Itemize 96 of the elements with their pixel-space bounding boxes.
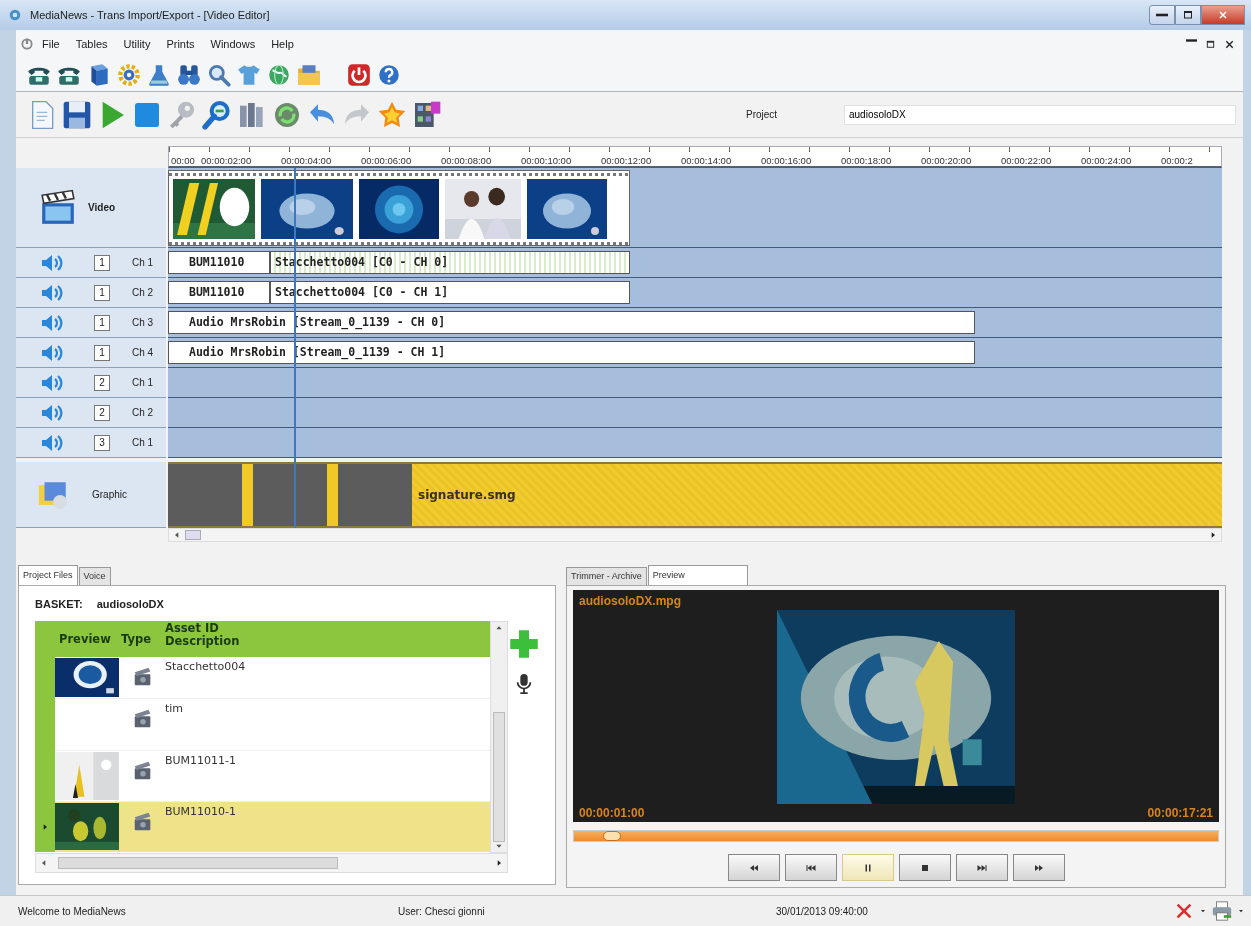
app-icon[interactable] [20,37,34,51]
caret-icon[interactable] [1237,907,1245,915]
menu-item[interactable]: Utility [115,35,159,53]
tab[interactable]: Preview [647,565,748,585]
current-time: 00:00:01:00 [579,805,645,822]
time-label: 00:00:04:00 [281,154,333,166]
column-header: Asset ID [165,621,220,635]
gear-icon[interactable] [116,61,142,88]
stream-number: 1 [94,284,110,301]
grid-row[interactable]: Stacchetto004 [35,656,490,699]
time-label: 00:00:12:00 [601,154,653,166]
menu-item[interactable]: File [34,35,68,53]
menu-item[interactable]: Help [263,35,302,53]
stream-number: 2 [94,404,110,421]
stop-button[interactable] [898,854,951,881]
tab[interactable]: Project Files [18,565,78,585]
channel-label: Ch 2 [132,406,154,420]
scrollbar-thumb[interactable] [185,530,201,540]
maximize-icon [1182,9,1194,21]
track-label: Video [88,201,116,215]
grid-row[interactable]: BUM11010-1 [35,801,490,852]
minimize-button[interactable] [1149,5,1175,25]
scroll-right-icon [1209,531,1217,539]
close-icon[interactable] [1224,38,1235,50]
window-title: MediaNews - Trans Import/Export - [Video Editor] [30,7,270,23]
time-label: 00:00:02:00 [201,154,253,166]
scroll-left-icon [173,531,181,539]
channel-label: Ch 2 [132,286,154,300]
column-header: Type [121,630,152,648]
time-label: 00:00:14:00 [681,154,733,166]
grid-row[interactable]: BUM11011-1 [35,750,490,802]
time-label: 00:00:16:00 [761,154,813,166]
project-field[interactable]: audiosoloDX [844,104,1236,125]
time-label: 00:00:24:00 [1081,154,1133,166]
time-label: 00:00:06:00 [361,154,413,166]
caret-icon[interactable] [1199,907,1207,915]
slider-thumb[interactable] [603,831,622,841]
app-icon [8,8,22,22]
basket-label: BASKET: [35,597,83,612]
status-user: User: Chesci gionni [398,904,486,919]
status-message: Welcome to MediaNews [18,904,127,919]
search-icon[interactable] [201,98,233,131]
grid-row[interactable]: tim [35,698,490,751]
audio-clip: Audio MrsRobin [Stream_0_1139 - CH 1] [168,341,975,364]
menu-item[interactable]: Tables [67,35,116,53]
stream-number: 1 [94,254,110,271]
minimize-icon [1156,13,1168,17]
basket-name: audiosoloDX [96,597,164,612]
time-label: 00:00:22:00 [1001,154,1053,166]
restore-icon[interactable] [1205,38,1216,50]
printer-icon[interactable] [1211,900,1233,922]
column-header: Description [165,635,240,650]
file-name: audiosoloDX.mpg [579,593,682,610]
stream-number: 2 [94,374,110,391]
time-label: 00:00:20:00 [921,154,973,166]
time-label: 00:00 [170,154,196,166]
asset-id: BUM11010-1 [165,801,490,852]
tab[interactable]: Trimmer - Archive [566,567,647,585]
tab[interactable]: Voice [78,567,111,585]
row-pointer-icon [41,822,49,831]
channel-label: Ch 4 [132,346,154,360]
track-label: Graphic [92,488,127,502]
time-label: 00:00:18:00 [841,154,893,166]
power-icon[interactable] [346,61,372,88]
audio-clip: BUM11010 [168,281,270,304]
seek-slider[interactable] [573,830,1219,842]
scroll-right-icon [495,858,503,867]
maximize-button[interactable] [1175,5,1201,25]
close-icon [1217,9,1229,21]
stream-number: 1 [94,314,110,331]
channel-label: Ch 1 [132,436,154,450]
channel-label: Ch 3 [132,316,154,330]
skip-back-button[interactable] [784,854,837,881]
scrollbar-thumb[interactable] [493,711,505,842]
fast-forward-button[interactable] [1012,854,1065,881]
scrollbar-thumb[interactable] [58,856,338,869]
time-label: 00:00:10:00 [521,154,573,166]
channel-label: Ch 1 [132,376,154,390]
menu-item[interactable]: Windows [202,35,264,53]
stream-number: 1 [94,344,110,361]
time-label: 00:00:2 [1161,154,1194,166]
scroll-left-icon [40,858,48,867]
total-time: 00:00:17:21 [1147,805,1213,822]
audio-clip: BUM11010 [168,251,270,274]
minimize-icon[interactable] [1186,38,1197,42]
channel-label: Ch 1 [132,256,154,270]
rewind-button[interactable] [727,854,780,881]
menu-item[interactable]: Prints [158,35,203,53]
graphic-clip: signature.smg [412,464,1222,526]
stream-number: 3 [94,434,110,451]
project-label: Project [746,108,779,122]
time-label: 00:00:08:00 [441,154,493,166]
audio-clip: Audio MrsRobin [Stream_0_1139 - CH 0] [168,311,975,334]
add-icon[interactable] [508,628,539,659]
status-datetime: 30/01/2013 09:40:00 [776,904,868,919]
column-header: Preview [58,630,112,648]
